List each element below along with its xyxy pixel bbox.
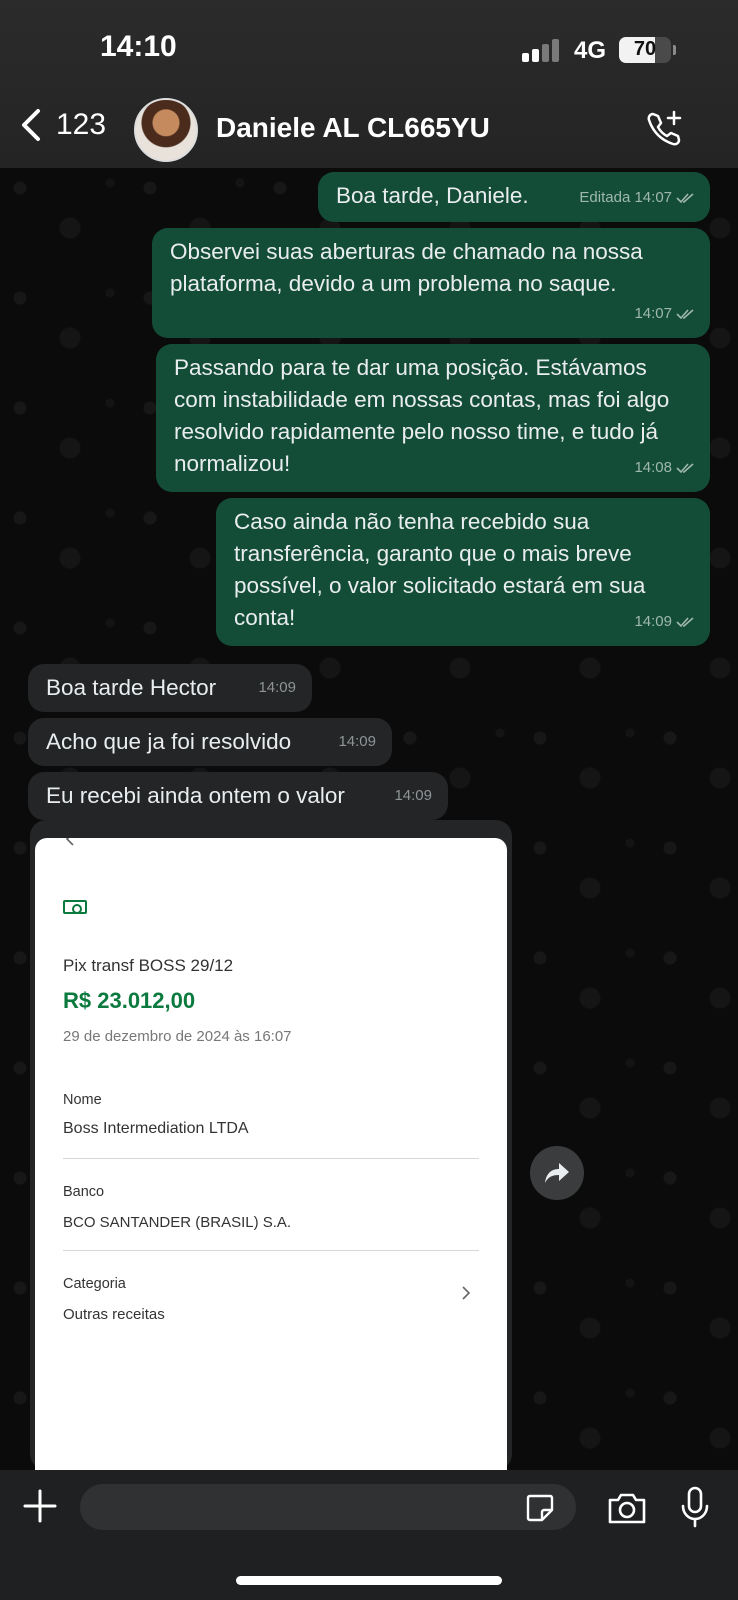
signal-icon <box>522 38 559 62</box>
sticker-icon[interactable] <box>524 1492 556 1524</box>
receipt-title: Pix transf BOSS 29/12 <box>63 956 234 975</box>
message-bubble-outgoing[interactable]: Passando para te dar uma posição. Estáva… <box>156 344 710 492</box>
divider <box>63 1250 479 1251</box>
chevron-left-icon <box>22 109 40 141</box>
message-text: Boa tarde Hector <box>46 675 217 700</box>
double-check-icon <box>676 309 694 320</box>
battery-level: 70 <box>633 38 657 60</box>
network-type: 4G <box>574 37 607 64</box>
battery-tip <box>673 45 676 55</box>
chevron-right-icon <box>462 1286 471 1300</box>
double-check-icon <box>676 617 694 628</box>
message-bubble-incoming[interactable]: Boa tarde Hector 14:09 <box>28 664 312 712</box>
receipt-category-value: Outras receitas <box>63 1306 165 1323</box>
message-meta: 14:08 <box>634 452 694 484</box>
forward-button[interactable] <box>530 1146 584 1200</box>
receipt-bank-label: Banco <box>63 1184 105 1200</box>
unread-count: 123 <box>56 108 107 141</box>
message-text: Boa tarde, Daniele. <box>336 183 529 208</box>
message-text: Acho que ja foi resolvido <box>46 729 292 754</box>
forward-icon <box>545 1163 569 1183</box>
message-bubble-outgoing[interactable]: Observei suas aberturas de chamado na no… <box>152 228 710 338</box>
money-icon <box>63 900 87 914</box>
message-text: Observei suas aberturas de chamado na no… <box>170 239 643 296</box>
divider <box>63 1158 479 1159</box>
message-meta: 14:09 <box>634 606 694 638</box>
battery-icon: 70 <box>619 37 671 63</box>
receipt-date: 29 de dezembro de 2024 às 16:07 <box>63 1028 292 1045</box>
message-text: Eu recebi ainda ontem o valor <box>46 783 345 808</box>
microphone-icon[interactable] <box>680 1486 710 1528</box>
chevron-left-icon <box>65 838 74 846</box>
receipt-category-label: Categoria <box>63 1276 126 1292</box>
receipt-name-value: Boss Intermediation LTDA <box>63 1120 249 1137</box>
message-text: Passando para te dar uma posição. Estáva… <box>174 355 670 476</box>
status-time: 14:10 <box>100 30 177 63</box>
contact-name[interactable]: Daniele AL CL665YU <box>216 112 490 144</box>
message-bubble-incoming[interactable]: Acho que ja foi resolvido 14:09 <box>28 718 392 766</box>
avatar[interactable] <box>134 98 198 162</box>
plus-icon[interactable] <box>22 1488 58 1524</box>
message-text: Caso ainda não tenha recebido sua transf… <box>234 509 646 630</box>
camera-icon[interactable] <box>606 1490 648 1526</box>
message-bubble-incoming[interactable]: Eu recebi ainda ontem o valor 14:09 <box>28 772 448 820</box>
receipt-amount: R$ 23.012,00 <box>63 988 196 1013</box>
message-input[interactable] <box>80 1484 576 1530</box>
chat-header: 14:10 4G 70 123 Daniele AL CL665YU <box>0 0 738 168</box>
message-meta: 14:09 <box>338 733 376 750</box>
message-meta: 14:07 <box>634 298 694 330</box>
message-bubble-outgoing[interactable]: Caso ainda não tenha recebido sua transf… <box>216 498 710 646</box>
message-meta: Editada 14:07 <box>579 182 694 214</box>
message-bubble-outgoing[interactable]: Boa tarde, Daniele. Editada 14:07 <box>318 172 710 222</box>
phone-plus-icon[interactable] <box>644 108 686 150</box>
message-meta: 14:09 <box>258 679 296 696</box>
back-button[interactable]: 123 <box>18 108 106 142</box>
receipt-bank-value: BCO SANTANDER (BRASIL) S.A. <box>63 1214 292 1231</box>
receipt-name-label: Nome <box>63 1092 102 1108</box>
double-check-icon <box>676 463 694 474</box>
receipt-screenshot[interactable]: Pix transf BOSS 29/12 R$ 23.012,00 29 de… <box>35 838 507 1470</box>
image-message[interactable]: Pix transf BOSS 29/12 R$ 23.012,00 29 de… <box>30 820 512 1470</box>
message-meta: 14:09 <box>394 787 432 804</box>
double-check-icon <box>676 193 694 204</box>
home-indicator <box>236 1576 502 1585</box>
